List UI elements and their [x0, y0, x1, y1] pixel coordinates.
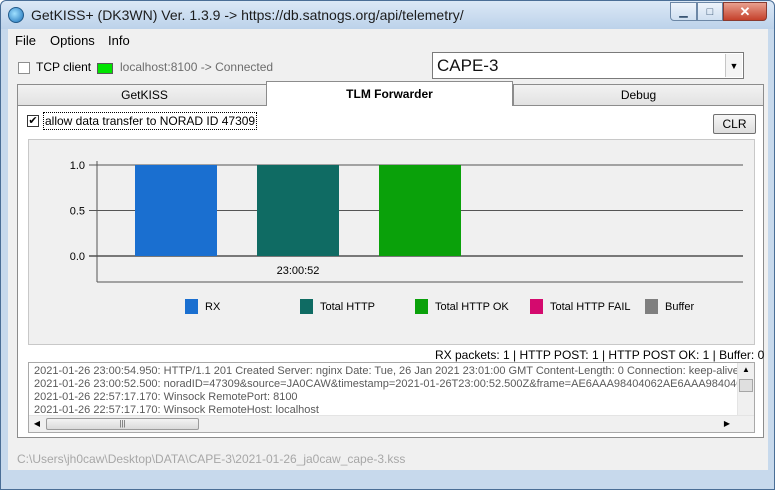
connection-status-led	[97, 63, 113, 74]
horizontal-scroll-thumb[interactable]: |||	[46, 418, 199, 430]
close-button[interactable]: ✕	[723, 2, 767, 21]
log-lines[interactable]: 2021-01-26 23:00:54.950: HTTP/1.1 201 Cr…	[34, 365, 740, 416]
tab-getkiss[interactable]: GetKISS	[17, 84, 272, 105]
y-tick-label: 0.5	[70, 206, 85, 218]
tlm-forwarder-panel: ✔ allow data transfer to NORAD ID 47309 …	[17, 105, 764, 438]
legend-item: Total HTTP FAIL	[530, 299, 631, 314]
minimize-button[interactable]: ▁	[670, 2, 697, 21]
scroll-left-icon[interactable]: ◀	[29, 416, 45, 432]
file-path: C:\Users\jh0caw\Desktop\DATA\CAPE-3\2021…	[17, 452, 406, 466]
menu-file[interactable]: File	[15, 33, 36, 48]
log-line: 2021-01-26 22:57:17.170: Winsock RemoteP…	[34, 391, 298, 403]
clear-button[interactable]: CLR	[713, 114, 756, 134]
close-icon: ✕	[739, 3, 751, 19]
legend-label: RX	[205, 300, 221, 313]
maximize-icon: □	[706, 5, 714, 18]
log-vertical-scrollbar[interactable]: ▲	[737, 363, 754, 416]
satellite-select[interactable]: CAPE-3 ▼	[432, 52, 744, 79]
legend-item: Total HTTP OK	[415, 299, 509, 314]
legend-swatch	[185, 299, 198, 314]
legend-label: Total HTTP OK	[435, 300, 509, 313]
bar-total-http-ok	[379, 165, 461, 256]
tcp-client-label[interactable]: TCP client	[36, 60, 91, 74]
y-tick-label: 0.0	[70, 251, 85, 263]
minimize-icon: ▁	[679, 6, 688, 18]
legend-label: Total HTTP FAIL	[550, 300, 631, 313]
satellite-selected-value: CAPE-3	[437, 56, 499, 75]
legend-item: Buffer	[645, 299, 694, 314]
bar-total-http	[257, 165, 339, 256]
menu-bar: File Options Info	[8, 29, 768, 51]
legend-swatch	[645, 299, 658, 314]
legend-item: Total HTTP	[300, 299, 375, 314]
vertical-scroll-thumb[interactable]	[739, 379, 753, 392]
dropdown-arrow-icon[interactable]: ▼	[725, 54, 742, 77]
tcp-client-checkbox[interactable]	[18, 62, 30, 74]
legend-swatch	[530, 299, 543, 314]
x-tick-label: 23:00:52	[277, 265, 320, 277]
bar-rx	[135, 165, 217, 256]
legend-label: Total HTTP	[320, 300, 376, 313]
legend-swatch	[415, 299, 428, 314]
chart-legend: RX Total HTTP Total HTTP OK Total HTTP FAIL…	[29, 299, 756, 321]
log-line: 2021-01-26 23:00:54.950: HTTP/1.1 201 Cr…	[34, 365, 740, 377]
legend-label: Buffer	[665, 300, 695, 313]
menu-info[interactable]: Info	[108, 33, 130, 48]
log-horizontal-scrollbar[interactable]: ◀ ||| ▶	[29, 415, 754, 432]
tab-tlm-forwarder[interactable]: TLM Forwarder	[266, 81, 513, 106]
window-title: GetKISS+ (DK3WN) Ver. 1.3.9 -> https://d…	[31, 7, 464, 23]
allow-transfer-checkbox[interactable]: ✔	[27, 115, 39, 127]
legend-swatch	[300, 299, 313, 314]
y-tick-label: 1.0	[70, 160, 85, 172]
stats-summary: RX packets: 1 | HTTP POST: 1 | HTTP POST…	[435, 348, 765, 362]
telemetry-chart: 1.0 0.5 0.0 23:00:52 RX Total HTTP Total HTTP…	[28, 139, 755, 345]
connection-status-text: localhost:8100 -> Connected	[120, 60, 274, 74]
client-area: File Options Info TCP client localhost:8…	[8, 29, 768, 470]
log-panel: 2021-01-26 23:00:54.950: HTTP/1.1 201 Cr…	[28, 362, 755, 433]
menu-options[interactable]: Options	[50, 33, 95, 48]
maximize-button[interactable]: □	[697, 2, 723, 21]
legend-item: RX	[185, 299, 220, 314]
app-globe-icon	[8, 7, 24, 23]
allow-transfer-label[interactable]: allow data transfer to NORAD ID 47309	[43, 112, 258, 130]
scroll-right-icon[interactable]: ▶	[719, 416, 735, 432]
tab-debug[interactable]: Debug	[513, 84, 764, 105]
app-window: GetKISS+ (DK3WN) Ver. 1.3.9 -> https://d…	[0, 0, 775, 490]
chart-plot: 1.0 0.5 0.0 23:00:52	[70, 160, 743, 283]
log-line: 2021-01-26 23:00:52.500: noradID=47309&s…	[34, 378, 740, 390]
title-bar[interactable]: GetKISS+ (DK3WN) Ver. 1.3.9 -> https://d…	[1, 1, 774, 29]
scroll-up-icon[interactable]: ▲	[738, 363, 754, 377]
